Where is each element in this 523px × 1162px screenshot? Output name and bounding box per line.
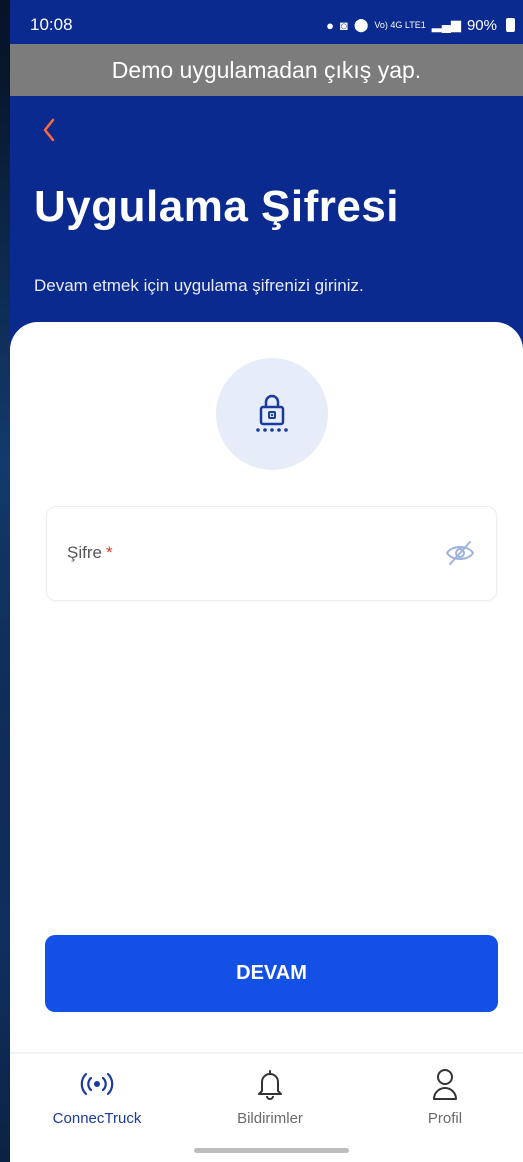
signal-text: Vo) 4G LTE1 (374, 20, 426, 30)
page-title: Uygulama Şifresi (34, 182, 400, 231)
nav-item-bildirimler[interactable]: Bildirimler (200, 1066, 340, 1127)
battery-percent: 90% (466, 16, 497, 34)
lock-badge (216, 358, 328, 470)
signal-bars-icon: ▂▄▆ (431, 17, 461, 32)
location-icon: ⬤ (353, 17, 369, 32)
user-icon (375, 1066, 515, 1102)
status-time: 10:08 (30, 15, 73, 34)
exit-demo-banner[interactable]: Demo uygulamadan çıkış yap. (10, 44, 523, 96)
page-subtitle: Devam etmek için uygulama şifrenizi giri… (34, 276, 364, 295)
page-header: Uygulama Şifresi Devam etmek için uygula… (10, 96, 523, 356)
bell-svg (258, 1070, 282, 1100)
nav-label-profil: Profil (427, 1110, 463, 1127)
battery-icon (506, 18, 515, 32)
bell-icon (200, 1066, 340, 1102)
status-bar: 10:08 ● ◙ ⬤ Vo) 4G LTE1 ▂▄▆ 90% (10, 0, 523, 50)
eye-off-svg (445, 541, 475, 565)
notification-icon: ● (326, 17, 334, 33)
password-label-text: Şifre (67, 543, 102, 562)
chevron-left-icon[interactable] (42, 118, 56, 148)
radio-signal-icon (27, 1066, 167, 1102)
nav-label-connectruck: ConnecTruck (52, 1110, 142, 1127)
radio-signal-svg (80, 1072, 114, 1096)
password-label: Şifre * (67, 543, 113, 563)
nav-item-connectruck[interactable]: ConnecTruck (27, 1066, 167, 1127)
status-icons: ● ◙ ⬤ Vo) 4G LTE1 ▂▄▆ 90% (326, 17, 515, 34)
user-svg (433, 1069, 457, 1100)
password-field[interactable]: Şifre * (46, 506, 497, 601)
bottom-navigation: ConnecTruck Bildirimler Profil (10, 1054, 523, 1162)
nav-label-bildirimler: Bildirimler (237, 1110, 303, 1127)
required-mark: * (105, 543, 113, 562)
continue-button[interactable]: DEVAM (45, 935, 498, 1012)
home-indicator[interactable] (194, 1148, 349, 1153)
alarm-icon: ◙ (339, 17, 348, 33)
app-window: 10:08 ● ◙ ⬤ Vo) 4G LTE1 ▂▄▆ 90% Demo uyg… (10, 0, 523, 1162)
eye-off-icon[interactable] (444, 539, 476, 572)
nav-item-profil[interactable]: Profil (375, 1066, 515, 1127)
lock-password-icon (256, 394, 288, 432)
back-chevron-svg (43, 118, 55, 142)
